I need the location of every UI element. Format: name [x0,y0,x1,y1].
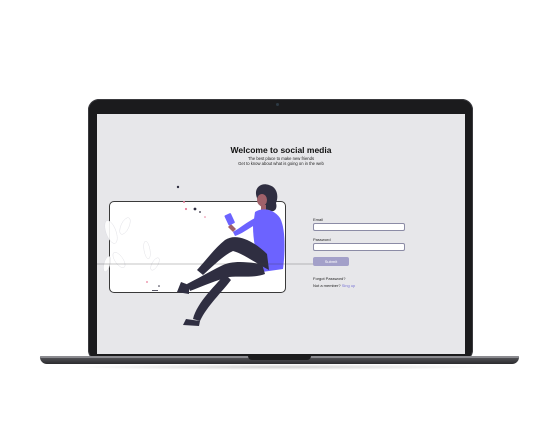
laptop-shadow [70,364,490,370]
laptop-notch [248,356,311,360]
password-label: Password [313,237,331,242]
submit-button[interactable]: Submit [313,257,349,266]
camera-icon [276,103,279,106]
confetti-decoration-icon [146,185,206,291]
person-figure-icon [177,184,285,326]
laptop-screen: Welcome to social media The best place t… [97,114,465,354]
laptop-lid: Welcome to social media The best place t… [88,99,473,361]
not-member-text: Not a member? Sing up [313,283,355,288]
email-field[interactable] [313,223,405,231]
forgot-password-link[interactable]: Forgot Password? [313,276,345,281]
person-sitting-with-phone-illustration-icon [97,184,317,326]
password-field[interactable] [313,243,405,251]
login-form: Email Password Submit [313,217,409,266]
not-member-label: Not a member? [313,283,341,288]
signup-link[interactable]: Sing up [342,283,356,288]
email-label: Email [313,217,324,222]
